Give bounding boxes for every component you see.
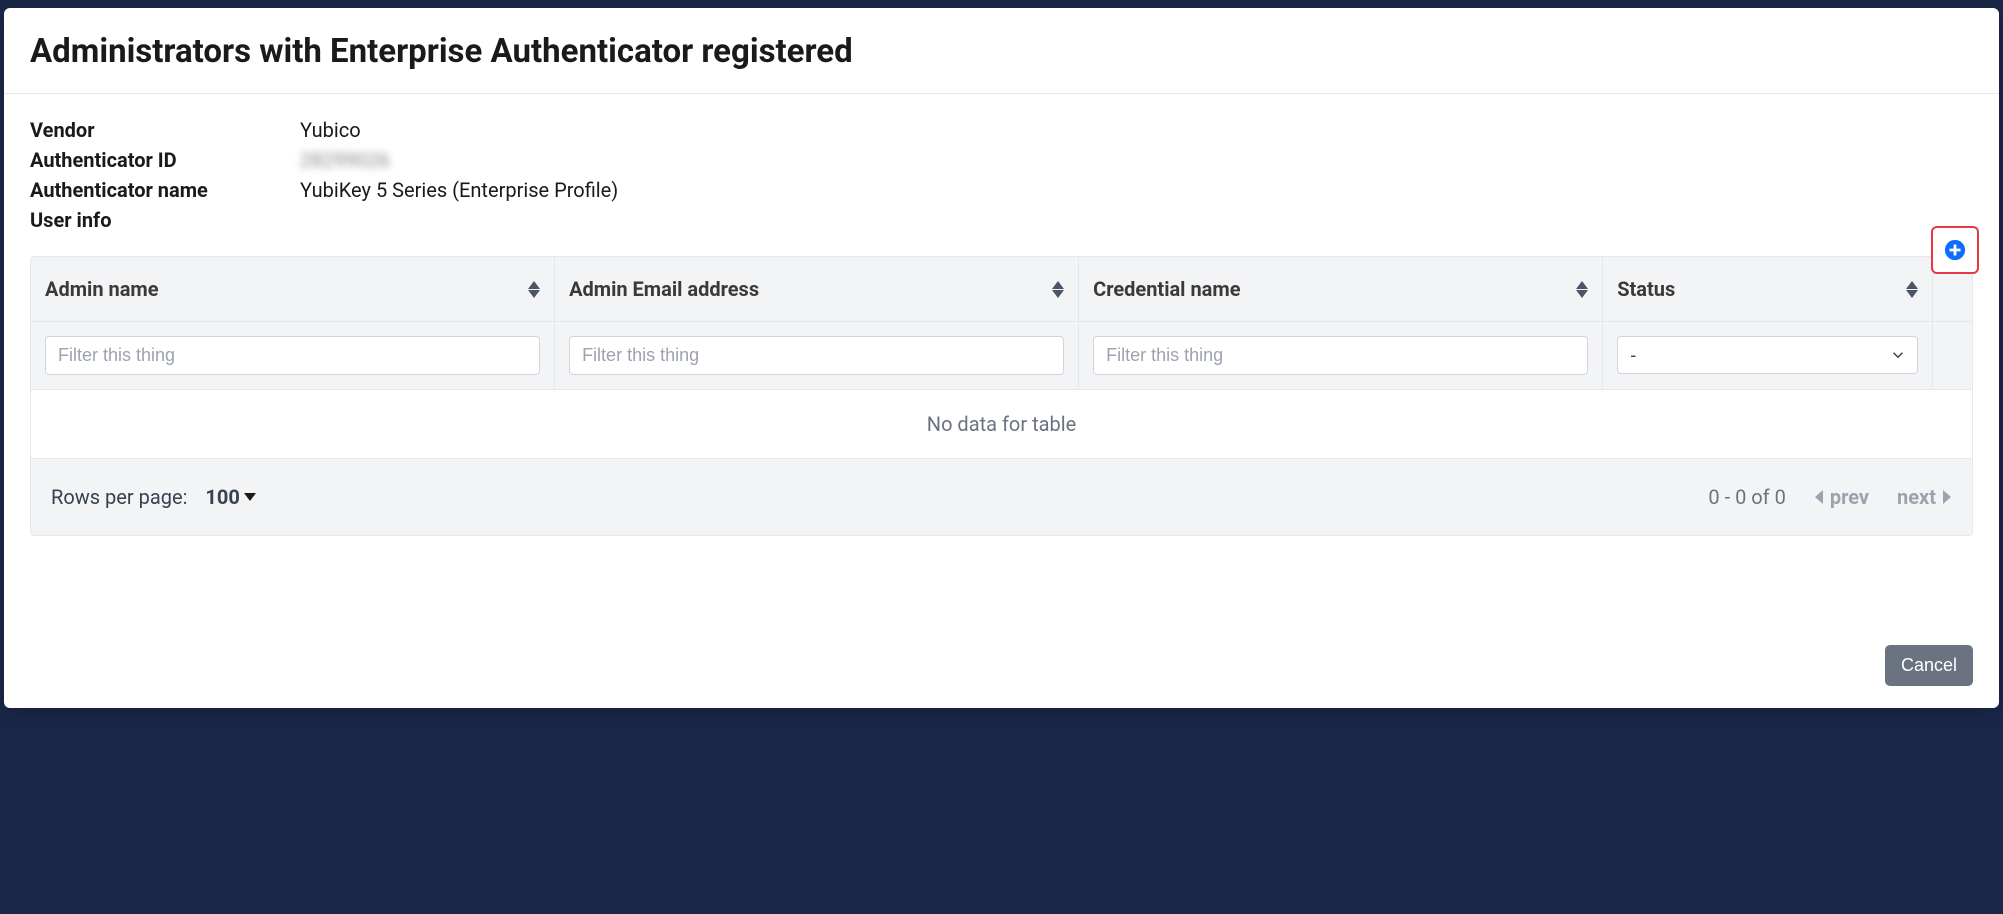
- vendor-value: Yubico: [300, 118, 1973, 142]
- filter-spacer: [1933, 322, 1972, 389]
- modal-dialog: Administrators with Enterprise Authentic…: [4, 8, 1999, 708]
- chevron-right-icon: [1942, 490, 1952, 504]
- sort-icon: [1052, 281, 1064, 298]
- rows-per-page-value: 100: [205, 485, 239, 509]
- table-container: Admin name Admin Email address Credentia…: [30, 256, 1973, 536]
- rows-per-page: Rows per page: 100: [51, 485, 256, 509]
- add-button[interactable]: [1931, 226, 1979, 274]
- authenticator-id-value: 28299026: [300, 148, 1973, 172]
- pagination-row: Rows per page: 100 0 - 0 of 0 prev next: [31, 458, 1972, 535]
- rows-per-page-label: Rows per page:: [51, 485, 187, 509]
- page-controls: 0 - 0 of 0 prev next: [1708, 485, 1952, 509]
- caret-down-icon: [244, 493, 256, 501]
- rows-per-page-select[interactable]: 100: [205, 485, 255, 509]
- column-header-status[interactable]: Status: [1603, 257, 1933, 321]
- filter-cell-credential-name: [1079, 322, 1603, 389]
- no-data-message: No data for table: [31, 389, 1972, 458]
- filter-select-status[interactable]: -: [1617, 336, 1918, 374]
- modal-title: Administrators with Enterprise Authentic…: [30, 32, 1973, 71]
- column-header-admin-name[interactable]: Admin name: [31, 257, 555, 321]
- plus-circle-icon: [1944, 239, 1966, 261]
- sort-icon: [1906, 281, 1918, 298]
- cancel-button[interactable]: Cancel: [1885, 645, 1973, 686]
- table-header-row: Admin name Admin Email address Credentia…: [31, 257, 1972, 321]
- filter-cell-admin-email: [555, 322, 1079, 389]
- column-label: Credential name: [1093, 277, 1240, 301]
- filter-cell-admin-name: [31, 322, 555, 389]
- filter-row: -: [31, 321, 1972, 389]
- filter-input-admin-name[interactable]: [45, 336, 540, 375]
- column-label: Admin Email address: [569, 277, 759, 301]
- authenticator-name-label: Authenticator name: [30, 178, 300, 202]
- page-range: 0 - 0 of 0: [1708, 485, 1785, 509]
- modal-body: Vendor Yubico Authenticator ID 28299026 …: [4, 94, 1999, 627]
- column-header-credential-name[interactable]: Credential name: [1079, 257, 1603, 321]
- info-grid: Vendor Yubico Authenticator ID 28299026 …: [30, 118, 1973, 232]
- next-label: next: [1897, 485, 1936, 509]
- sort-icon: [1576, 281, 1588, 298]
- modal-header: Administrators with Enterprise Authentic…: [4, 8, 1999, 94]
- prev-button[interactable]: prev: [1814, 485, 1869, 509]
- authenticator-name-value: YubiKey 5 Series (Enterprise Profile): [300, 178, 1973, 202]
- next-button[interactable]: next: [1897, 485, 1952, 509]
- column-label: Admin name: [45, 277, 159, 301]
- column-header-admin-email[interactable]: Admin Email address: [555, 257, 1079, 321]
- add-button-wrapper: [1931, 226, 1979, 274]
- chevron-left-icon: [1814, 490, 1824, 504]
- modal-footer: Cancel: [4, 627, 1999, 708]
- prev-label: prev: [1830, 485, 1869, 509]
- filter-cell-status: -: [1603, 322, 1933, 389]
- authenticator-id-label: Authenticator ID: [30, 148, 300, 172]
- vendor-label: Vendor: [30, 118, 300, 142]
- user-info-label: User info: [30, 208, 300, 232]
- column-label: Status: [1617, 277, 1675, 301]
- filter-input-admin-email[interactable]: [569, 336, 1064, 375]
- sort-icon: [528, 281, 540, 298]
- user-info-value: [300, 208, 1973, 232]
- filter-input-credential-name[interactable]: [1093, 336, 1588, 375]
